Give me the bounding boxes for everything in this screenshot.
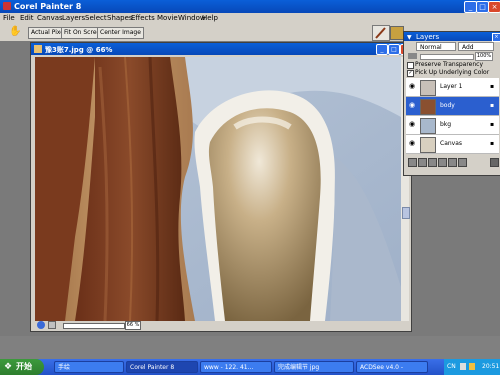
layer-thumbnail [420, 118, 436, 134]
app-titlebar: Corel Painter 8 _ □ × [0, 0, 500, 13]
task-button-3[interactable]: www - 122. 41... [200, 361, 272, 373]
dynamic-plugins-icon[interactable] [418, 158, 427, 167]
menu-movie[interactable]: Movie [157, 13, 178, 23]
create-layer-mask-icon[interactable] [428, 158, 437, 167]
document-status-bar: 66 % [35, 321, 401, 330]
eye-icon[interactable]: ◉ [409, 102, 417, 109]
lock-icon[interactable]: ▪ [490, 121, 496, 128]
task-button-painter[interactable]: Corel Painter 8 [126, 361, 198, 373]
clock: 20:51 [482, 363, 500, 370]
brush-icon [375, 27, 386, 39]
menu-file[interactable]: File [3, 13, 15, 23]
task-button-5[interactable]: ACDSee v4.0 - [356, 361, 428, 373]
input-language-indicator[interactable]: CN [447, 363, 456, 370]
lock-icon[interactable]: ▪ [490, 140, 496, 147]
layer-name: Canvas [440, 140, 463, 147]
document-title: 豫3账7.jpg @ 66% [45, 46, 113, 54]
grabber-hand-icon: ✋ [9, 26, 22, 37]
start-label: 开始 [16, 362, 32, 371]
layers-close-button[interactable]: × [492, 33, 500, 42]
menu-layers[interactable]: Layers [62, 13, 85, 23]
eye-icon[interactable]: ◉ [409, 140, 417, 147]
menu-help[interactable]: Help [202, 13, 218, 23]
layer-row-bkg[interactable]: ◉ bkg ▪ [406, 116, 499, 135]
grid-icon[interactable] [48, 321, 56, 329]
layers-palette: ▼ Layers × Normal Add 100% Preserve Tran… [403, 31, 500, 176]
opacity-icon [408, 53, 417, 59]
doc-maximize-button[interactable]: □ [388, 44, 400, 55]
start-button[interactable]: ❖ 开始 [0, 359, 44, 375]
layer-thumbnail [420, 137, 436, 153]
document-icon [34, 45, 42, 53]
composite-method-dropdown[interactable]: Normal [416, 42, 456, 51]
task-button-4[interactable]: 完成编辑节 jpg [274, 361, 354, 373]
layer-name: Layer 1 [440, 83, 463, 90]
center-image-button[interactable]: Center Image [97, 27, 144, 39]
document-titlebar[interactable]: 豫3账7.jpg @ 66% _ □ × [31, 43, 412, 55]
task-button-1[interactable]: 手绘 [54, 361, 124, 373]
app-title: Corel Painter 8 [14, 2, 82, 11]
taskbar: ❖ 开始 手绘 Corel Painter 8 www - 122. 41...… [0, 359, 500, 375]
preserve-transparency-label: Preserve Transparency [415, 61, 483, 68]
lock-icon[interactable]: ▪ [490, 102, 496, 109]
variant-icon[interactable] [390, 26, 404, 40]
layer-name: body [440, 102, 455, 109]
layer-thumbnail [420, 99, 436, 115]
layer-row-layer-1[interactable]: ◉ Layer 1 ▪ [406, 78, 499, 97]
layer-commands-icon[interactable] [408, 158, 417, 167]
zoom-level[interactable]: 66 % [125, 321, 141, 330]
system-tray: CN 20:51 [444, 359, 500, 375]
delete-layer-icon[interactable] [490, 158, 499, 167]
opacity-slider[interactable] [420, 54, 474, 60]
zoom-slider[interactable] [63, 323, 125, 329]
layer-thumbnail [420, 80, 436, 96]
lock-icon[interactable]: ▪ [490, 83, 496, 90]
group-layers-icon[interactable] [448, 158, 457, 167]
layer-row-canvas[interactable]: ◉ Canvas ▪ [406, 135, 499, 154]
menu-shapes[interactable]: Shapes [107, 13, 133, 23]
pick-up-underlying-color-checkbox[interactable]: ✓ [407, 70, 414, 77]
layer-tools-bar [406, 158, 499, 168]
document-window: 豫3账7.jpg @ 66% _ □ × [30, 42, 412, 332]
new-layer-icon[interactable] [438, 158, 447, 167]
painting-canvas[interactable] [35, 57, 401, 321]
layers-title: Layers [416, 33, 440, 41]
opacity-value[interactable]: 100% [475, 52, 493, 61]
preserve-transparency-checkbox[interactable] [407, 62, 414, 69]
menu-edit[interactable]: Edit [20, 13, 34, 23]
layers-titlebar[interactable]: ▼ Layers × [404, 32, 500, 42]
composite-depth-dropdown[interactable]: Add [458, 42, 494, 51]
close-button[interactable]: × [488, 1, 500, 13]
eye-icon[interactable]: ◉ [409, 83, 417, 90]
eye-icon[interactable]: ◉ [409, 121, 417, 128]
menu-select[interactable]: Select [85, 13, 107, 23]
brush-selector-button[interactable] [372, 25, 390, 41]
layer-options-icon[interactable] [458, 158, 467, 167]
menu-effects[interactable]: Effects [131, 13, 155, 23]
tray-icon[interactable] [460, 363, 466, 370]
layer-name: bkg [440, 121, 452, 128]
pick-up-underlying-color-label: Pick Up Underlying Color [415, 69, 490, 76]
volume-icon[interactable] [469, 363, 475, 370]
menu-bar: File Edit Canvas Layers Select Shapes Ef… [0, 13, 500, 23]
collapse-arrow-icon[interactable]: ▼ [407, 34, 412, 41]
layer-row-body[interactable]: ◉ body ▪ [406, 97, 499, 116]
tracing-paper-icon[interactable] [37, 321, 45, 329]
app-icon [3, 2, 11, 10]
doc-minimize-button[interactable]: _ [376, 44, 388, 55]
menu-canvas[interactable]: Canvas [37, 13, 63, 23]
windows-logo-icon: ❖ [4, 362, 13, 372]
painting-image [35, 57, 401, 321]
scrollbar-thumb[interactable] [402, 207, 410, 219]
